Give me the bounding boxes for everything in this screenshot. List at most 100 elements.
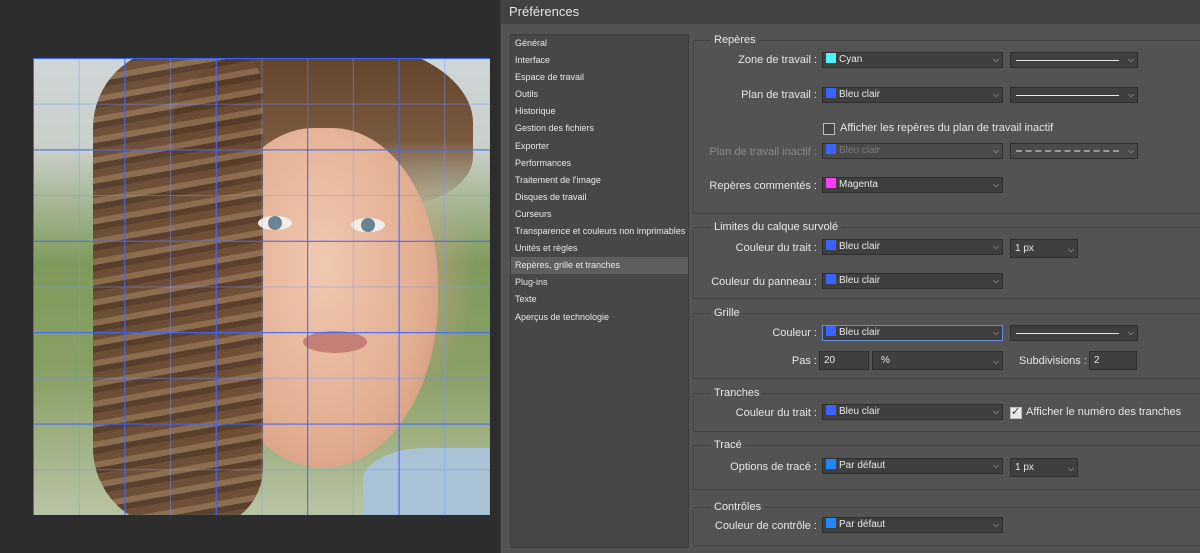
- grid-subdiv-input[interactable]: 2: [1089, 351, 1137, 370]
- plan-color-select[interactable]: Bleu clair ⌵: [822, 87, 1003, 103]
- chevron-down-icon: ⌵: [1127, 55, 1134, 64]
- grid-color-select[interactable]: Bleu clair ⌵: [822, 325, 1003, 341]
- plan-color-value: Bleu clair: [839, 89, 881, 100]
- zone-color-value: Cyan: [839, 54, 863, 65]
- grid-overlay: [33, 58, 490, 515]
- section-slices-title: Tranches: [711, 387, 763, 399]
- document-canvas[interactable]: [0, 0, 500, 553]
- hover-panel-select[interactable]: Bleu clair ⌵: [822, 273, 1003, 289]
- nav-item-history[interactable]: Historique: [511, 103, 688, 120]
- grid-subdiv-label: Subdivisions :: [1019, 355, 1087, 367]
- inactive-style-select[interactable]: ⌵: [1010, 143, 1138, 159]
- preferences-nav: Général Interface Espace de travail Outi…: [510, 34, 689, 548]
- section-controls-title: Contrôles: [711, 501, 765, 513]
- grid-unit-select[interactable]: % ⌵: [872, 351, 1003, 370]
- grid-color-value: Bleu clair: [839, 327, 881, 338]
- zone-style-select[interactable]: ⌵: [1010, 52, 1138, 68]
- grid-unit-value: %: [881, 355, 890, 366]
- nav-item-interface[interactable]: Interface: [511, 52, 688, 69]
- chevron-down-icon: ⌵: [992, 242, 999, 251]
- show-inactive-guides-checkbox[interactable]: [823, 123, 835, 135]
- show-inactive-guides-label: Afficher les repères du plan de travail …: [840, 122, 1054, 134]
- path-width-select[interactable]: 1 px ⌵: [1010, 458, 1078, 477]
- blue-swatch: [826, 88, 836, 98]
- hover-stroke-width-select[interactable]: 1 px ⌵: [1010, 239, 1078, 258]
- nav-item-performance[interactable]: Performances: [511, 155, 688, 172]
- path-options-value: Par défaut: [839, 460, 886, 471]
- nav-item-general[interactable]: Général: [511, 35, 688, 52]
- nav-item-image-processing[interactable]: Traitement de l'image: [511, 172, 688, 189]
- nav-item-transparency[interactable]: Transparence et couleurs non imprimables: [511, 223, 688, 240]
- dialog-titlebar[interactable]: Préférences: [501, 0, 1200, 24]
- solid-line-sample: [1016, 95, 1119, 96]
- show-slice-numbers-label: Afficher le numéro des tranches: [1026, 406, 1182, 418]
- nav-item-scratch-disks[interactable]: Disques de travail: [511, 189, 688, 206]
- path-options-select[interactable]: Par défaut ⌵: [822, 458, 1003, 474]
- blue-swatch: [826, 274, 836, 284]
- nav-item-workspace[interactable]: Espace de travail: [511, 69, 688, 86]
- control-color-value: Par défaut: [839, 519, 886, 530]
- control-color-label: Couleur de contrôle :: [714, 520, 817, 532]
- path-options-label: Options de tracé :: [730, 461, 817, 473]
- hover-panel-label: Couleur du panneau :: [711, 276, 817, 288]
- hover-stroke-select[interactable]: Bleu clair ⌵: [822, 239, 1003, 255]
- dialog-title: Préférences: [509, 4, 580, 19]
- chevron-down-icon: ⌵: [992, 276, 999, 285]
- chevron-down-icon: ⌵: [992, 328, 999, 337]
- blue-swatch: [826, 405, 836, 415]
- nav-item-tools[interactable]: Outils: [511, 86, 688, 103]
- solid-line-sample: [1016, 333, 1119, 334]
- default-blue-swatch: [826, 518, 836, 528]
- default-blue-swatch: [826, 459, 836, 469]
- section-grid-title: Grille: [711, 307, 743, 319]
- chevron-down-icon: ⌵: [992, 520, 999, 529]
- nav-item-file-handling[interactable]: Gestion des fichiers: [511, 120, 688, 137]
- nav-item-guides-grid-slices[interactable]: Repères, grille et tranches: [511, 257, 688, 275]
- chevron-down-icon: ⌵: [992, 90, 999, 99]
- dashed-line-sample: [1016, 150, 1119, 152]
- nav-item-technology-previews[interactable]: Aperçus de technologie: [511, 309, 688, 326]
- path-width-value: 1 px: [1015, 462, 1034, 473]
- show-slice-numbers-checkbox[interactable]: [1010, 405, 1022, 419]
- slices-stroke-label: Couleur du trait :: [735, 407, 817, 419]
- nav-item-type[interactable]: Texte: [511, 291, 688, 308]
- solid-line-sample: [1016, 60, 1119, 61]
- hover-stroke-label: Couleur du trait :: [735, 242, 817, 254]
- cyan-swatch: [826, 53, 836, 63]
- inactive-color-select[interactable]: Bleu clair ⌵: [822, 143, 1003, 159]
- nav-item-cursors[interactable]: Curseurs: [511, 206, 688, 223]
- comment-color-select[interactable]: Magenta ⌵: [822, 177, 1003, 193]
- magenta-swatch: [826, 178, 836, 188]
- inactive-label: Plan de travail inactif :: [709, 146, 817, 158]
- section-hover-bounds-title: Limites du calque survolé: [711, 221, 842, 233]
- slices-stroke-select[interactable]: Bleu clair ⌵: [822, 404, 1003, 420]
- chevron-down-icon: ⌵: [1127, 146, 1134, 155]
- chevron-down-icon: ⌵: [1067, 464, 1074, 473]
- zone-color-select[interactable]: Cyan ⌵: [822, 52, 1003, 68]
- grid-step-input[interactable]: 20: [819, 351, 869, 370]
- chevron-down-icon: ⌵: [992, 357, 999, 366]
- chevron-down-icon: ⌵: [992, 146, 999, 155]
- chevron-down-icon: ⌵: [992, 55, 999, 64]
- hover-stroke-width-value: 1 px: [1015, 243, 1034, 254]
- grid-style-select[interactable]: ⌵: [1010, 325, 1138, 341]
- blue-swatch: [826, 240, 836, 250]
- control-color-select[interactable]: Par défaut ⌵: [822, 517, 1003, 533]
- nav-item-plugins[interactable]: Plug-ins: [511, 274, 688, 291]
- hover-panel-value: Bleu clair: [839, 275, 881, 286]
- hover-stroke-value: Bleu clair: [839, 241, 881, 252]
- comment-label: Repères commentés :: [709, 180, 817, 192]
- chevron-down-icon: ⌵: [992, 407, 999, 416]
- chevron-down-icon: ⌵: [992, 461, 999, 470]
- inactive-color-value: Bleu clair: [839, 145, 881, 156]
- section-guides-title: Repères: [711, 34, 759, 46]
- chevron-down-icon: ⌵: [1127, 90, 1134, 99]
- grid-step-label: Pas :: [791, 355, 817, 367]
- nav-item-export[interactable]: Exporter: [511, 138, 688, 155]
- plan-label: Plan de travail :: [741, 89, 817, 101]
- zone-label: Zone de travail :: [738, 54, 817, 66]
- preferences-dialog: Préférences Général Interface Espace de …: [500, 0, 1200, 553]
- chevron-down-icon: ⌵: [1127, 328, 1134, 337]
- plan-style-select[interactable]: ⌵: [1010, 87, 1138, 103]
- nav-item-units[interactable]: Unités et règles: [511, 240, 688, 257]
